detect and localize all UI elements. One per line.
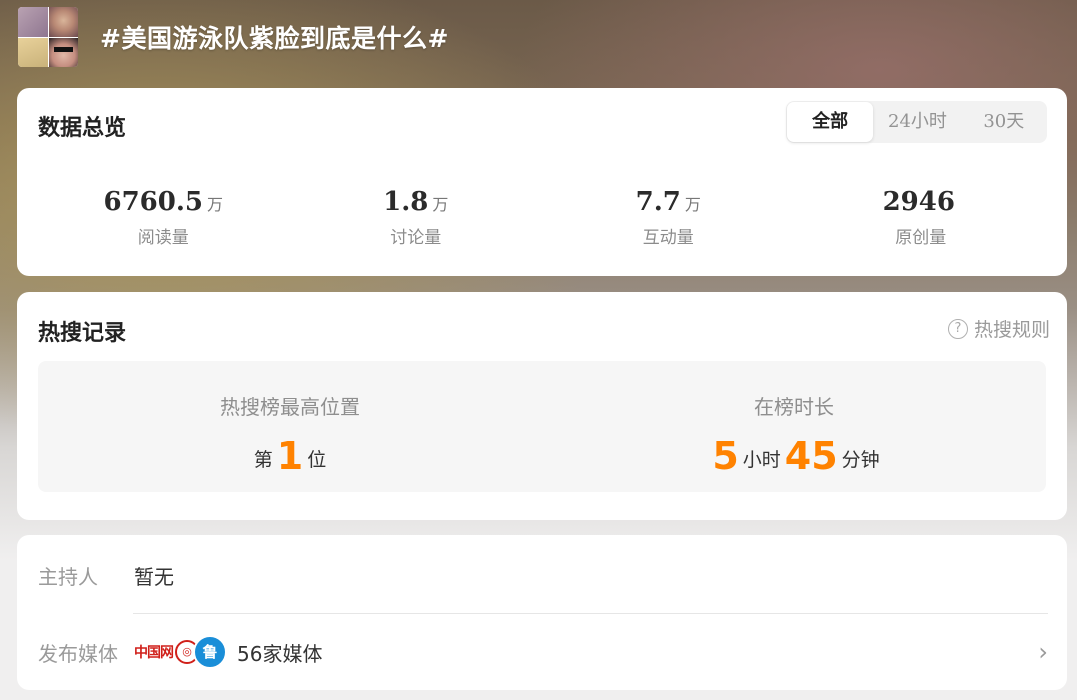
- stat-originals: 2946 原创量: [795, 187, 1048, 248]
- duration-minutes-unit: 分钟: [841, 449, 880, 471]
- duration-hours-unit: 小时: [742, 449, 781, 471]
- stat-interactions-value: 7.7: [635, 187, 681, 217]
- tab-24h[interactable]: 24小时: [874, 102, 960, 142]
- hot-search-title: 热搜记录: [38, 321, 127, 346]
- media-count: 56家媒体: [237, 641, 323, 666]
- chart-duration: 在榜时长 5 小时 45 分钟: [542, 361, 1046, 492]
- host-row: 主持人 暂无: [38, 555, 1048, 595]
- topic-avatar: [18, 7, 78, 67]
- highest-position-value: 1: [276, 434, 304, 478]
- chevron-right-icon[interactable]: ›: [1038, 638, 1048, 666]
- duration-minutes: 45: [784, 434, 838, 478]
- info-card: 主持人 暂无 发布媒体 中国网 ◎ 鲁 56家媒体 ›: [17, 535, 1067, 690]
- stat-originals-value: 2946: [882, 187, 955, 217]
- question-circle-icon: ?: [947, 318, 968, 339]
- stat-reads-label: 阅读量: [137, 228, 189, 248]
- time-range-tabs: 全部 24小时 30天: [786, 101, 1047, 143]
- highest-position-suffix: 位: [307, 449, 327, 471]
- stat-originals-label: 原创量: [895, 228, 947, 248]
- topic-header: #美国游泳队紫脸到底是什么#: [18, 6, 449, 68]
- hot-search-rules-link[interactable]: ? 热搜规则: [947, 315, 1050, 342]
- stat-reads-value: 6760.5: [103, 187, 203, 217]
- media-row[interactable]: 发布媒体 中国网 ◎ 鲁 56家媒体 ›: [38, 631, 1048, 673]
- hot-search-card: 热搜记录 ? 热搜规则 热搜榜最高位置 第1位 在榜时长 5 小时 45 分钟: [17, 292, 1067, 520]
- stat-discussions: 1.8 万 讨论量: [290, 187, 543, 248]
- topic-title: #美国游泳队紫脸到底是什么#: [100, 24, 449, 53]
- stat-interactions-unit: 万: [684, 195, 701, 214]
- highest-position: 热搜榜最高位置 第1位: [38, 361, 542, 492]
- stat-discussions-label: 讨论量: [390, 228, 442, 248]
- stat-interactions-label: 互动量: [642, 228, 694, 248]
- highest-position-prefix: 第: [253, 449, 273, 471]
- chart-duration-label: 在榜时长: [754, 395, 834, 419]
- host-label: 主持人: [38, 564, 98, 589]
- stat-interactions: 7.7 万 互动量: [542, 187, 795, 248]
- overview-card: 数据总览 全部 24小时 30天 6760.5 万 阅读量 1.8 万 讨论量 7.…: [17, 88, 1067, 276]
- overview-title: 数据总览: [38, 116, 127, 141]
- media-label: 发布媒体: [38, 641, 118, 666]
- stat-reads: 6760.5 万 阅读量: [37, 187, 290, 248]
- tab-30d[interactable]: 30天: [961, 102, 1047, 142]
- duration-hours: 5: [712, 434, 739, 478]
- tab-all[interactable]: 全部: [787, 102, 874, 142]
- lu-media-logo: 鲁: [193, 635, 227, 669]
- hot-search-rules-label: 热搜规则: [973, 319, 1050, 341]
- china-net-logo: 中国网: [134, 645, 174, 661]
- media-logos: 中国网 ◎ 鲁: [134, 635, 227, 669]
- stat-discussions-unit: 万: [432, 195, 449, 214]
- hot-search-stats: 热搜榜最高位置 第1位 在榜时长 5 小时 45 分钟: [38, 361, 1046, 492]
- stats-row: 6760.5 万 阅读量 1.8 万 讨论量 7.7 万 互动量 2946 原创量: [37, 187, 1047, 248]
- stat-reads-unit: 万: [207, 195, 224, 214]
- divider: [133, 613, 1048, 614]
- highest-position-label: 热搜榜最高位置: [220, 395, 360, 419]
- host-value: 暂无: [134, 564, 174, 589]
- stat-discussions-value: 1.8: [383, 187, 429, 217]
